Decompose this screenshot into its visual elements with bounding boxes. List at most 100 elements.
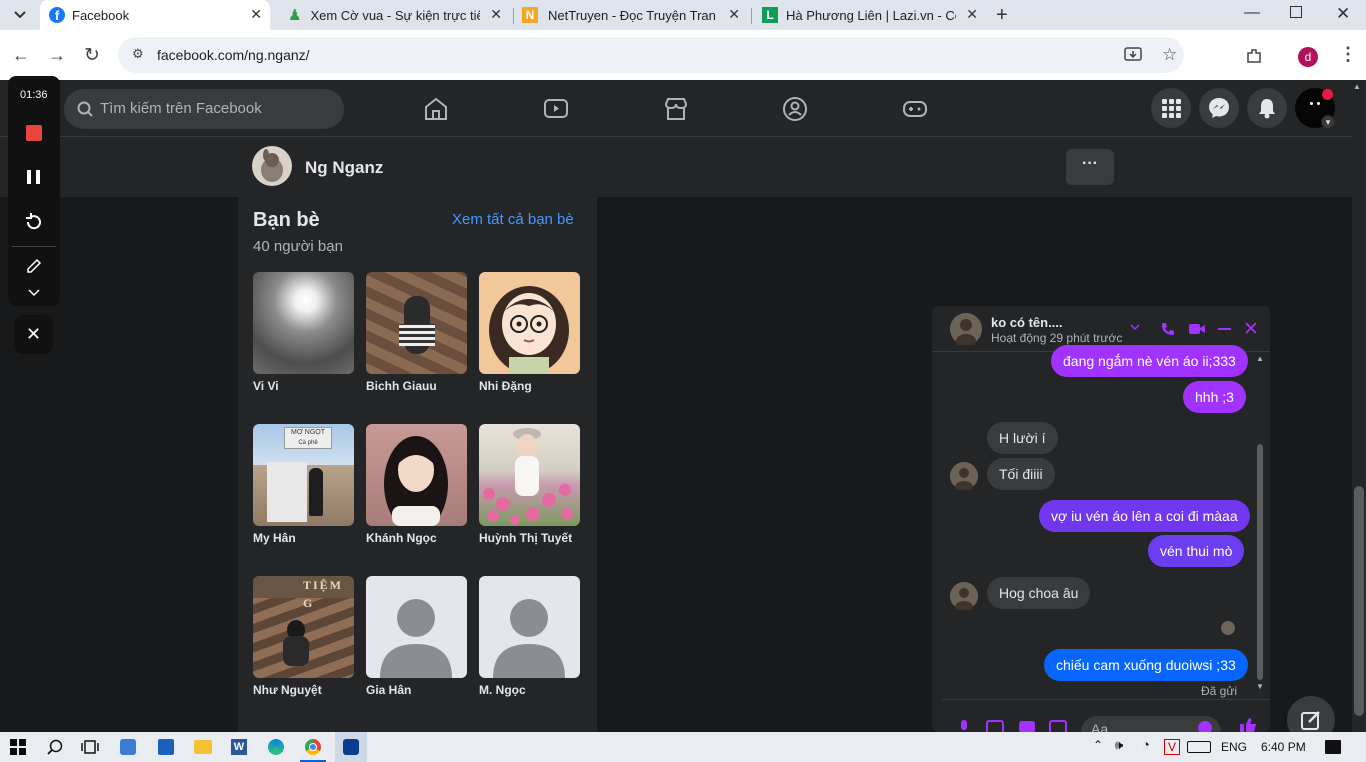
tab-chess[interactable]: ♟ Xem Cờ vua - Sự kiện trực tiếp, ✕ [278,0,510,30]
close-chat-icon[interactable]: ✕ [1243,318,1259,341]
scrollbar-thumb[interactable] [1257,444,1263,680]
friend-name[interactable]: My Hân [253,531,296,545]
close-icon[interactable]: ✕ [250,6,262,23]
friend-photo-placeholder[interactable] [479,576,580,678]
page-scrollbar[interactable]: ▲ [1352,80,1366,732]
install-app-icon[interactable] [1124,47,1142,63]
message-outgoing[interactable]: chiếu cam xuống duoiwsi ;33 [1044,649,1248,681]
minimize-chat-icon[interactable] [1218,328,1231,330]
friend-name[interactable]: M. Ngọc [479,683,526,697]
message-incoming[interactable]: Tối điiii [987,458,1055,490]
restore-window-button[interactable] [1290,6,1302,18]
emoji-icon[interactable] [1198,721,1212,732]
friend-photo-placeholder[interactable] [366,576,467,678]
tab-facebook[interactable]: f Facebook ✕ [40,0,270,30]
groups-icon[interactable] [782,96,808,122]
language-indicator[interactable]: ENG [1221,740,1247,754]
url-bar[interactable]: ⚙ facebook.com/ng.nganz/ ☆ [118,37,1184,73]
search-icon[interactable] [47,739,63,755]
profile-name[interactable]: Ng Nganz [305,158,383,178]
friend-photo[interactable] [366,424,467,526]
friend-name[interactable]: Khánh Ngọc [366,531,437,545]
chevron-up-icon[interactable]: ⌃ [1093,738,1103,752]
back-icon[interactable]: ← [12,45,30,66]
more-options-button[interactable]: ··· [1066,149,1114,185]
microphone-icon[interactable] [958,720,970,732]
notification-center-icon[interactable] [1325,740,1341,754]
extensions-icon[interactable] [1245,47,1263,65]
task-view-icon[interactable] [81,740,99,754]
tab-lazi[interactable]: L Hà Phương Liên | Lazi.vn - Cộng ✕ [754,0,986,30]
message-incoming[interactable]: Hog choa âu [987,577,1091,609]
friend-photo[interactable]: MƠ NGỌT Cà phê [253,424,354,526]
windows-start-icon[interactable] [10,739,26,755]
gaming-icon[interactable] [902,96,928,122]
pencil-icon[interactable] [25,257,43,275]
sticker-icon[interactable] [1018,720,1036,732]
chat-contact-name[interactable]: ko có tên.... [991,315,1063,330]
marketplace-icon[interactable] [663,96,689,122]
chevron-down-icon[interactable] [28,289,40,297]
file-explorer-icon[interactable] [194,740,212,754]
friend-name[interactable]: Bichh Giauu [366,379,437,393]
profile-avatar[interactable]: d [1298,47,1318,67]
speaker-icon[interactable]: 🕪 [1115,737,1123,753]
url-text[interactable]: facebook.com/ng.nganz/ [157,47,310,63]
close-window-button[interactable]: ✕ [1336,4,1350,24]
chat-scrollbar[interactable]: ▲ ▼ [1256,354,1264,691]
home-icon[interactable] [423,96,449,122]
see-all-friends-link[interactable]: Xem tất cả bạn bè [452,211,574,228]
friend-name[interactable]: Vi Vi [253,379,279,393]
friend-photo[interactable]: TIỆM G [253,576,354,678]
video-icon[interactable] [543,96,569,122]
restart-icon[interactable] [24,212,44,232]
profile-photo[interactable] [252,146,292,186]
friend-name[interactable]: Nhi Đặng [479,379,532,393]
scroll-up-icon[interactable]: ▲ [1353,82,1361,91]
menu-grid-button[interactable] [1151,88,1191,128]
word-icon[interactable]: W [231,739,247,755]
minimize-window-button[interactable]: — [1244,4,1260,22]
scroll-up-icon[interactable]: ▲ [1256,354,1264,363]
wifi-icon[interactable]: ◔ [1142,737,1150,752]
reload-icon[interactable]: ↻ [84,44,100,67]
image-icon[interactable] [986,720,1004,732]
friend-name[interactable]: Như Nguyệt [253,683,322,697]
message-outgoing[interactable]: hhh ;3 [1183,381,1246,413]
like-icon[interactable] [1238,718,1258,732]
video-call-icon[interactable] [1188,322,1206,336]
stop-recording-button[interactable] [26,125,42,141]
pause-icon[interactable] [27,170,31,184]
notifications-button[interactable] [1247,88,1287,128]
vietkey-icon[interactable]: V [1164,739,1180,755]
friend-photo[interactable] [479,424,580,526]
chrome-icon[interactable] [305,739,321,755]
message-outgoing[interactable]: vợ iu vén áo lên a coi đi màaa [1039,500,1250,532]
friend-name[interactable]: Gia Hân [366,683,411,697]
recorder-app-button[interactable] [335,732,367,762]
message-incoming[interactable]: H lười í [987,422,1058,454]
friend-photo[interactable] [366,272,467,374]
friend-photo[interactable] [253,272,354,374]
store-app-icon[interactable] [120,739,136,755]
chevron-down-icon[interactable] [1130,324,1140,331]
message-input[interactable]: Aa [1081,716,1221,737]
new-tab-button[interactable]: + [996,4,1008,27]
close-recorder-button[interactable]: ✕ [14,315,53,354]
gif-icon[interactable] [1049,720,1067,732]
scrollbar-thumb[interactable] [1354,486,1364,716]
tab-nettruyen[interactable]: N NetTruyen - Đọc Truyện Tranh C ✕ [516,0,748,30]
chevron-down-icon[interactable]: ▾ [1321,115,1335,129]
message-outgoing[interactable]: đang ngắm nè vén áo ii;333 [1051,345,1248,377]
close-icon[interactable]: ✕ [490,6,502,23]
clock[interactable]: 6:40 PM [1261,740,1306,754]
chat-avatar[interactable] [950,313,982,345]
site-settings-icon[interactable]: ⚙ [132,46,144,62]
scroll-down-icon[interactable]: ▼ [1256,682,1264,691]
close-icon[interactable]: ✕ [966,6,978,23]
forward-icon[interactable]: → [48,45,66,66]
star-icon[interactable]: ☆ [1162,45,1177,65]
menu-icon[interactable]: ⋮ [1339,44,1357,65]
tab-search-button[interactable] [6,4,34,26]
search-input[interactable]: Tìm kiếm trên Facebook [64,89,344,129]
